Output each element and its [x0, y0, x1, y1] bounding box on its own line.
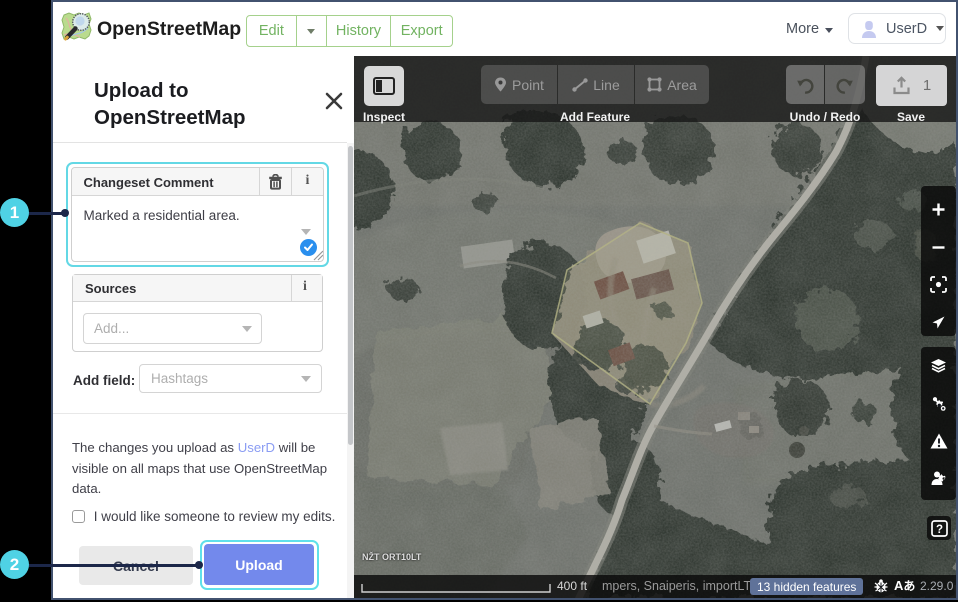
svg-text:?: ? — [935, 523, 942, 535]
